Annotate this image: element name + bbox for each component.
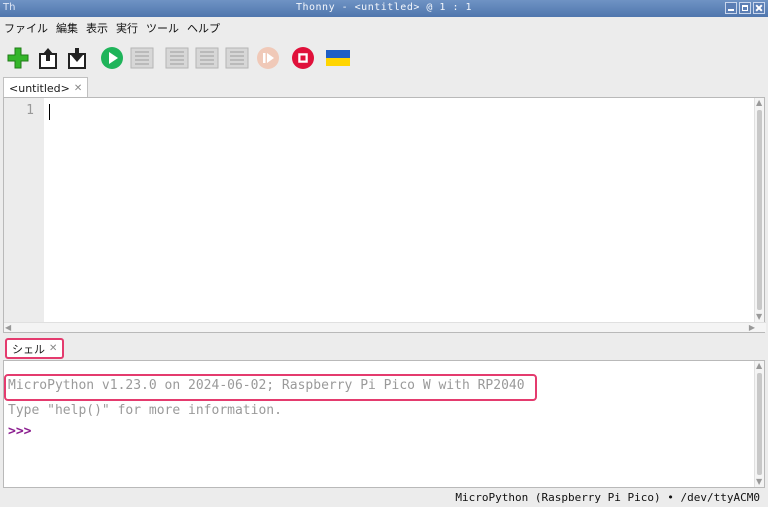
scroll-down-icon[interactable]: ▼ xyxy=(756,477,762,487)
run-icon[interactable] xyxy=(100,46,124,70)
code-editor[interactable]: 1 ▲ ▼ ◀ ▶ xyxy=(3,97,766,333)
scroll-up-icon[interactable]: ▲ xyxy=(756,361,762,371)
resume-icon[interactable] xyxy=(256,46,280,70)
thonny-window: Th Thonny - <untitled> @ 1 : 1 ファイル 編集 表… xyxy=(0,0,768,507)
menu-file[interactable]: ファイル xyxy=(4,20,48,36)
editor-horizontal-scrollbar[interactable]: ◀ ▶ xyxy=(4,322,766,332)
minimize-button[interactable] xyxy=(725,2,737,14)
ukraine-flag-icon[interactable] xyxy=(325,46,351,70)
stop-icon[interactable] xyxy=(291,46,315,70)
shell-tab[interactable]: シェル ✕ xyxy=(5,338,65,359)
scrollbar-thumb[interactable] xyxy=(757,373,762,475)
line-number: 1 xyxy=(26,103,34,118)
scroll-left-icon[interactable]: ◀ xyxy=(5,323,11,333)
shell-banner-line: MicroPython v1.23.0 on 2024-06-02; Raspb… xyxy=(8,378,525,393)
scrollbar-thumb[interactable] xyxy=(757,110,762,310)
shell-tab-label: シェル xyxy=(12,342,45,356)
menu-run[interactable]: 実行 xyxy=(116,20,138,36)
shell-vertical-scrollbar[interactable]: ▲ ▼ xyxy=(754,361,764,487)
menu-help[interactable]: ヘルプ xyxy=(187,20,220,36)
open-file-icon[interactable] xyxy=(36,46,60,70)
step-out-icon[interactable] xyxy=(225,46,249,70)
menu-tools[interactable]: ツール xyxy=(146,20,179,36)
new-file-icon[interactable] xyxy=(6,46,30,70)
scroll-right-icon[interactable]: ▶ xyxy=(749,323,755,333)
scroll-up-icon[interactable]: ▲ xyxy=(756,98,762,108)
step-into-icon[interactable] xyxy=(195,46,219,70)
text-caret xyxy=(49,104,50,120)
interpreter-status[interactable]: MicroPython (Raspberry Pi Pico) • /dev/t… xyxy=(455,491,760,504)
save-file-icon[interactable] xyxy=(65,46,89,70)
shell-panel[interactable]: MicroPython v1.23.0 on 2024-06-02; Raspb… xyxy=(3,360,765,488)
title-bar: Th Thonny - <untitled> @ 1 : 1 xyxy=(0,0,768,17)
step-over-icon[interactable] xyxy=(165,46,189,70)
line-number-gutter: 1 xyxy=(4,98,44,322)
editor-vertical-scrollbar[interactable]: ▲ ▼ xyxy=(754,98,764,322)
close-tab-icon[interactable]: ✕ xyxy=(74,83,82,94)
editor-tab-label: <untitled> xyxy=(9,81,70,95)
window-title: Thonny - <untitled> @ 1 : 1 xyxy=(295,2,473,13)
shell-help-line: Type "help()" for more information. xyxy=(8,403,282,418)
shell-prompt[interactable]: >>> xyxy=(8,424,31,439)
status-bar: MicroPython (Raspberry Pi Pico) • /dev/t… xyxy=(0,489,768,507)
scroll-down-icon[interactable]: ▼ xyxy=(756,312,762,322)
menu-view[interactable]: 表示 xyxy=(86,20,108,36)
close-window-button[interactable] xyxy=(753,2,765,14)
menu-bar: ファイル 編集 表示 実行 ツール ヘルプ xyxy=(0,17,768,39)
maximize-button[interactable] xyxy=(739,2,751,14)
editor-tab[interactable]: <untitled> ✕ xyxy=(3,77,89,98)
menu-edit[interactable]: 編集 xyxy=(56,20,78,36)
debug-icon[interactable] xyxy=(130,46,154,70)
close-shell-tab-icon[interactable]: ✕ xyxy=(49,343,57,354)
